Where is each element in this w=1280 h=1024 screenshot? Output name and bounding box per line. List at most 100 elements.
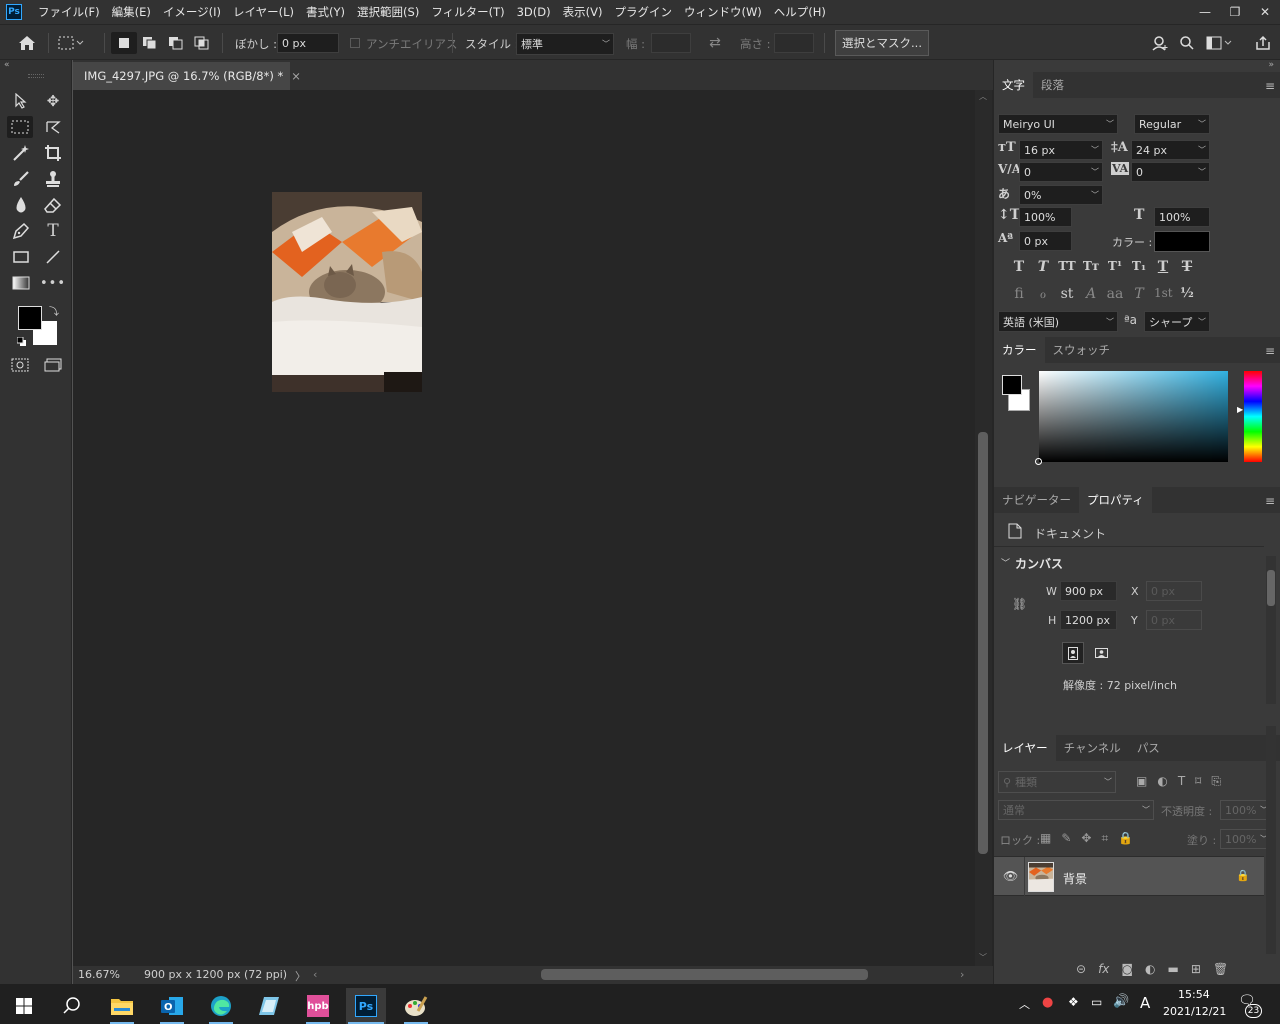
document-image[interactable] xyxy=(272,192,422,392)
small-caps-icon[interactable]: Tт xyxy=(1082,259,1100,275)
scroll-right-icon[interactable]: › xyxy=(960,968,964,981)
outlook-icon[interactable]: O xyxy=(152,988,192,1024)
language-select[interactable]: 英語 (米国) ﹀ xyxy=(998,311,1118,332)
fractions-icon[interactable]: ½ xyxy=(1178,286,1196,302)
security-icon[interactable]: ● xyxy=(1042,995,1053,1010)
font-family-select[interactable]: Meiryo UI ﹀ xyxy=(998,114,1118,134)
color-panel-foreground-swatch[interactable] xyxy=(1002,375,1022,395)
rect-marquee-icon[interactable] xyxy=(7,116,33,138)
canvas-y-input[interactable]: 0 px xyxy=(1146,610,1202,630)
foreground-color-swatch-top[interactable] xyxy=(18,306,42,330)
kerning-input[interactable]: 0 ﹀ xyxy=(1019,162,1103,182)
menu-edit[interactable]: 編集(E) xyxy=(106,4,157,20)
feather-input[interactable]: 0 px xyxy=(277,33,339,53)
volume-icon[interactable]: 🔊 xyxy=(1113,994,1129,1009)
discretionary-ligatures-icon[interactable]: st xyxy=(1058,286,1076,302)
portrait-orientation-icon[interactable] xyxy=(1062,642,1084,664)
lock-all-icon[interactable]: 🔒 xyxy=(1118,831,1133,846)
rectangle-icon[interactable] xyxy=(8,246,34,268)
horizontal-scale-input[interactable]: 100% xyxy=(1154,207,1210,227)
style-select[interactable]: 標準 ﹀ xyxy=(516,33,614,55)
quick-mask-icon[interactable] xyxy=(7,354,33,376)
menu-select[interactable]: 選択範囲(S) xyxy=(351,4,425,20)
faux-bold-icon[interactable]: T xyxy=(1010,259,1028,275)
lock-artboard-icon[interactable]: ⌗ xyxy=(1101,831,1108,846)
ligatures-icon[interactable]: fi xyxy=(1010,286,1028,302)
canvas-x-input[interactable]: 0 px xyxy=(1146,581,1202,601)
more-tools-icon[interactable]: ••• xyxy=(40,272,66,294)
layer-filter-select[interactable]: ⚲ 種類 ﹀ xyxy=(998,771,1116,793)
add-selection-icon[interactable] xyxy=(137,32,163,54)
swash-icon[interactable]: A xyxy=(1082,286,1100,302)
vertical-scale-input[interactable]: 100% xyxy=(1019,207,1072,227)
swap-colors-icon[interactable]: ⤵ xyxy=(49,303,59,318)
filter-smart-object-icon[interactable]: ⎘ xyxy=(1211,774,1221,789)
panel-menu-icon[interactable]: ≡ xyxy=(1265,494,1275,508)
menu-view[interactable]: 表示(V) xyxy=(557,4,609,20)
screen-mode-icon[interactable] xyxy=(40,354,66,376)
stamp-icon[interactable] xyxy=(40,168,66,190)
tab-channels[interactable]: チャンネル xyxy=(1056,735,1129,761)
menu-plugins[interactable]: プラグイン xyxy=(608,4,678,20)
filter-shape-icon[interactable]: ⌑ xyxy=(1195,774,1201,789)
subscript-icon[interactable]: T₁ xyxy=(1130,259,1148,275)
adjustment-layer-icon[interactable]: ◐ xyxy=(1145,962,1155,976)
document-tab[interactable]: IMG_4297.JPG @ 16.7% (RGB/8*) * × xyxy=(73,62,301,90)
filter-type-icon[interactable]: T xyxy=(1178,774,1185,789)
file-explorer-icon[interactable] xyxy=(102,988,142,1024)
tab-swatches[interactable]: スウォッチ xyxy=(1045,337,1119,363)
leading-input[interactable]: 24 px ﹀ xyxy=(1131,140,1210,160)
home-icon[interactable] xyxy=(14,32,40,54)
type-icon[interactable]: T xyxy=(40,220,66,242)
share-icon[interactable] xyxy=(1250,32,1276,54)
underline-icon[interactable]: T xyxy=(1154,259,1172,275)
link-dimensions-icon[interactable]: ⛓ xyxy=(1012,597,1027,611)
status-menu-icon[interactable]: 〉 xyxy=(295,968,306,984)
color-field[interactable] xyxy=(1035,371,1228,465)
lock-position-icon[interactable]: ✥ xyxy=(1081,831,1091,846)
move-icon[interactable]: ✥ xyxy=(40,90,66,112)
menu-image[interactable]: イメージ(I) xyxy=(157,4,227,20)
lock-transparency-icon[interactable]: ▦ xyxy=(1040,831,1051,846)
panel-menu-icon[interactable]: ≡ xyxy=(1265,344,1275,358)
tab-paths[interactable]: パス xyxy=(1129,735,1168,761)
menu-3d[interactable]: 3D(D) xyxy=(511,5,557,19)
new-layer-icon[interactable]: ⊞ xyxy=(1191,962,1201,976)
tab-navigator[interactable]: ナビゲーター xyxy=(994,487,1079,513)
blend-mode-select[interactable]: 通常 ﹀ xyxy=(998,800,1154,820)
zoom-level[interactable]: 16.67% xyxy=(78,968,120,981)
add-mask-icon[interactable]: ◙ xyxy=(1121,962,1133,976)
brush-icon[interactable] xyxy=(8,168,34,190)
all-caps-icon[interactable]: TT xyxy=(1058,259,1076,275)
marquee-preset-icon[interactable] xyxy=(58,32,84,54)
font-style-select[interactable]: Regular ﹀ xyxy=(1134,114,1210,134)
height-input[interactable] xyxy=(774,33,814,53)
landscape-orientation-icon[interactable] xyxy=(1090,642,1112,664)
fill-input[interactable]: 100% ﹀ xyxy=(1220,829,1272,849)
search-icon[interactable] xyxy=(52,988,92,1024)
menu-window[interactable]: ウィンドウ(W) xyxy=(678,4,768,20)
eye-icon[interactable]: 👁 xyxy=(1003,869,1018,883)
menu-help[interactable]: ヘルプ(H) xyxy=(768,4,832,20)
document-canvas-area[interactable] xyxy=(73,60,993,984)
chevron-down-icon[interactable]: ﹀ xyxy=(1001,556,1010,569)
grip-icon[interactable] xyxy=(28,74,44,78)
faux-italic-icon[interactable]: T xyxy=(1034,259,1052,275)
tab-character[interactable]: 文字 xyxy=(994,72,1033,98)
stylistic-alternates-icon[interactable]: aa xyxy=(1106,286,1124,302)
font-size-input[interactable]: 16 px ﹀ xyxy=(1019,140,1103,160)
paint-app-icon[interactable] xyxy=(396,988,436,1024)
titling-alternates-icon[interactable]: T xyxy=(1130,286,1148,302)
tracking-input[interactable]: 0 ﹀ xyxy=(1131,162,1210,182)
close-button[interactable]: ✕ xyxy=(1250,0,1280,24)
text-color-swatch[interactable] xyxy=(1154,231,1210,252)
gradient-icon[interactable] xyxy=(8,272,34,294)
link-layers-icon[interactable]: ⊝ xyxy=(1076,962,1086,976)
superscript-icon[interactable]: T¹ xyxy=(1106,259,1124,275)
baseline-shift-input[interactable]: 0 px xyxy=(1019,231,1072,251)
opacity-input[interactable]: 100% ﹀ xyxy=(1220,800,1272,820)
default-colors-icon[interactable] xyxy=(16,336,26,346)
width-input[interactable] xyxy=(651,33,691,53)
menu-type[interactable]: 書式(Y) xyxy=(300,4,351,20)
fx-icon[interactable]: fx xyxy=(1098,962,1109,976)
